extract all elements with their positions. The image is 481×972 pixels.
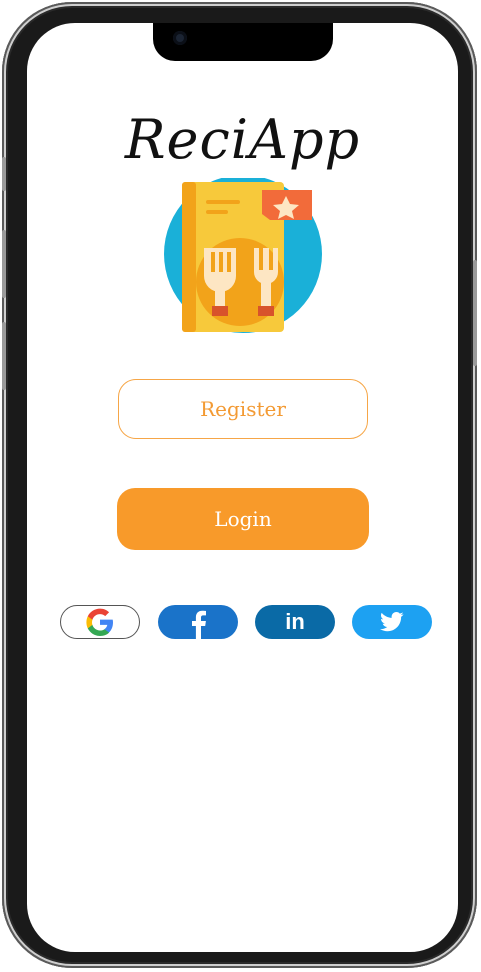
screen: ReciApp Register Login in [27, 23, 458, 952]
google-icon [86, 608, 113, 636]
volume-up-button [2, 230, 6, 298]
app-title: ReciApp [124, 108, 361, 171]
google-login-button[interactable] [60, 605, 140, 639]
linkedin-login-button[interactable]: in [255, 605, 335, 639]
recipe-book-logo-icon [164, 178, 322, 333]
register-button[interactable]: Register [118, 379, 368, 439]
mute-switch [2, 157, 6, 191]
login-button[interactable]: Login [117, 488, 369, 550]
twitter-login-button[interactable] [352, 605, 432, 639]
notch [153, 23, 333, 61]
linkedin-icon: in [285, 609, 305, 634]
phone-frame: ReciApp Register Login in [2, 2, 477, 968]
volume-down-button [2, 322, 6, 390]
power-button [473, 260, 477, 366]
twitter-icon [380, 612, 404, 632]
facebook-login-button[interactable] [158, 605, 238, 639]
facebook-icon [192, 610, 206, 639]
camera-icon [173, 31, 187, 45]
